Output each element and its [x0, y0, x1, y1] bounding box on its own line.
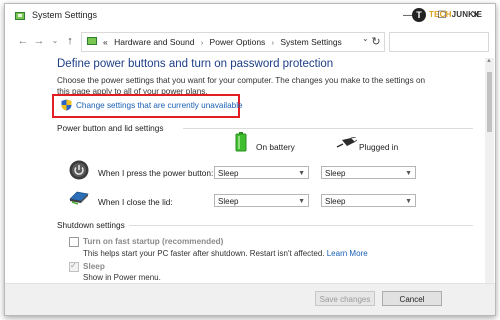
maximize-button[interactable]: ☐ [425, 4, 459, 28]
power-button-battery-select[interactable]: Sleep ▼ [214, 166, 309, 179]
power-section-title: Power button and lid settings [57, 123, 164, 133]
refresh-icon: ↻ [371, 36, 381, 48]
fast-startup-checkbox[interactable] [69, 237, 79, 247]
minimize-button[interactable]: — [391, 4, 425, 28]
breadcrumb-system-settings[interactable]: System Settings [280, 37, 341, 47]
vertical-scrollbar[interactable]: ▲ [485, 58, 494, 308]
search-input[interactable] [389, 32, 489, 52]
recent-locations-button[interactable]: ⌄ [48, 36, 62, 45]
control-panel-icon [15, 12, 25, 20]
forward-button[interactable]: → [32, 35, 46, 47]
chevron-down-icon: ▼ [298, 170, 305, 177]
lid-battery-select[interactable]: Sleep ▼ [214, 194, 309, 207]
power-button-plugged-select[interactable]: Sleep ▼ [321, 166, 416, 179]
lid-plugged-select[interactable]: Sleep ▼ [321, 194, 416, 207]
system-settings-window: System Settings T TECHJUNKIE — ☐ ✕ ← → ⌄… [4, 3, 496, 316]
minimize-icon: — [403, 10, 413, 21]
scroll-thumb[interactable] [487, 72, 492, 132]
section-divider [129, 225, 473, 226]
lid-row-label: When I close the lid: [98, 197, 173, 207]
save-changes-button[interactable]: Save changes [315, 291, 375, 306]
sleep-checkbox[interactable] [69, 261, 79, 272]
breadcrumb-separator[interactable]: › [201, 40, 203, 47]
window-title: System Settings [32, 10, 98, 20]
chevron-down-icon: ▼ [405, 198, 412, 205]
refresh-button[interactable]: ↻ [366, 32, 386, 52]
cancel-button[interactable]: Cancel [382, 291, 442, 306]
uac-shield-icon [61, 99, 72, 111]
back-button[interactable]: ← [16, 35, 30, 47]
sleep-description: Show in Power menu. [83, 273, 161, 282]
control-panel-icon [87, 37, 97, 45]
plugged-in-label: Plugged in [359, 142, 399, 152]
fast-startup-description: This helps start your PC faster after sh… [83, 249, 368, 258]
power-button-row-label: When I press the power button: [98, 168, 214, 178]
fast-startup-label: Turn on fast startup (recommended) [83, 237, 224, 246]
page-title: Define power buttons and turn on passwor… [57, 58, 334, 70]
on-battery-label: On battery [256, 142, 295, 152]
chevron-down-icon: ▼ [298, 198, 305, 205]
close-icon: ✕ [471, 10, 481, 21]
section-divider [183, 128, 473, 129]
close-button[interactable]: ✕ [459, 4, 493, 28]
learn-more-link[interactable]: Learn More [327, 249, 368, 258]
breadcrumb-separator[interactable]: › [272, 40, 274, 47]
breadcrumb-hardware-and-sound[interactable]: Hardware and Sound [114, 37, 194, 47]
breadcrumb: « Hardware and Sound › Power Options › S… [103, 37, 342, 47]
breadcrumb-overflow[interactable]: « [103, 37, 108, 47]
sleep-label: Sleep [83, 262, 105, 271]
scroll-up-icon[interactable]: ▲ [486, 58, 492, 64]
power-plug-icon [336, 137, 357, 148]
maximize-icon: ☐ [437, 10, 447, 21]
address-bar[interactable]: « Hardware and Sound › Power Options › S… [81, 32, 385, 52]
breadcrumb-power-options[interactable]: Power Options [210, 37, 266, 47]
battery-icon [235, 132, 247, 152]
change-settings-link[interactable]: Change settings that are currently unava… [76, 101, 243, 110]
laptop-lid-icon [69, 191, 89, 205]
power-button-icon [69, 160, 89, 180]
shutdown-section-title: Shutdown settings [57, 220, 125, 230]
chevron-down-icon: ▼ [405, 170, 412, 177]
title-bar: System Settings T TECHJUNKIE — ☐ ✕ [5, 4, 495, 28]
up-button[interactable]: ↑ [63, 35, 77, 47]
